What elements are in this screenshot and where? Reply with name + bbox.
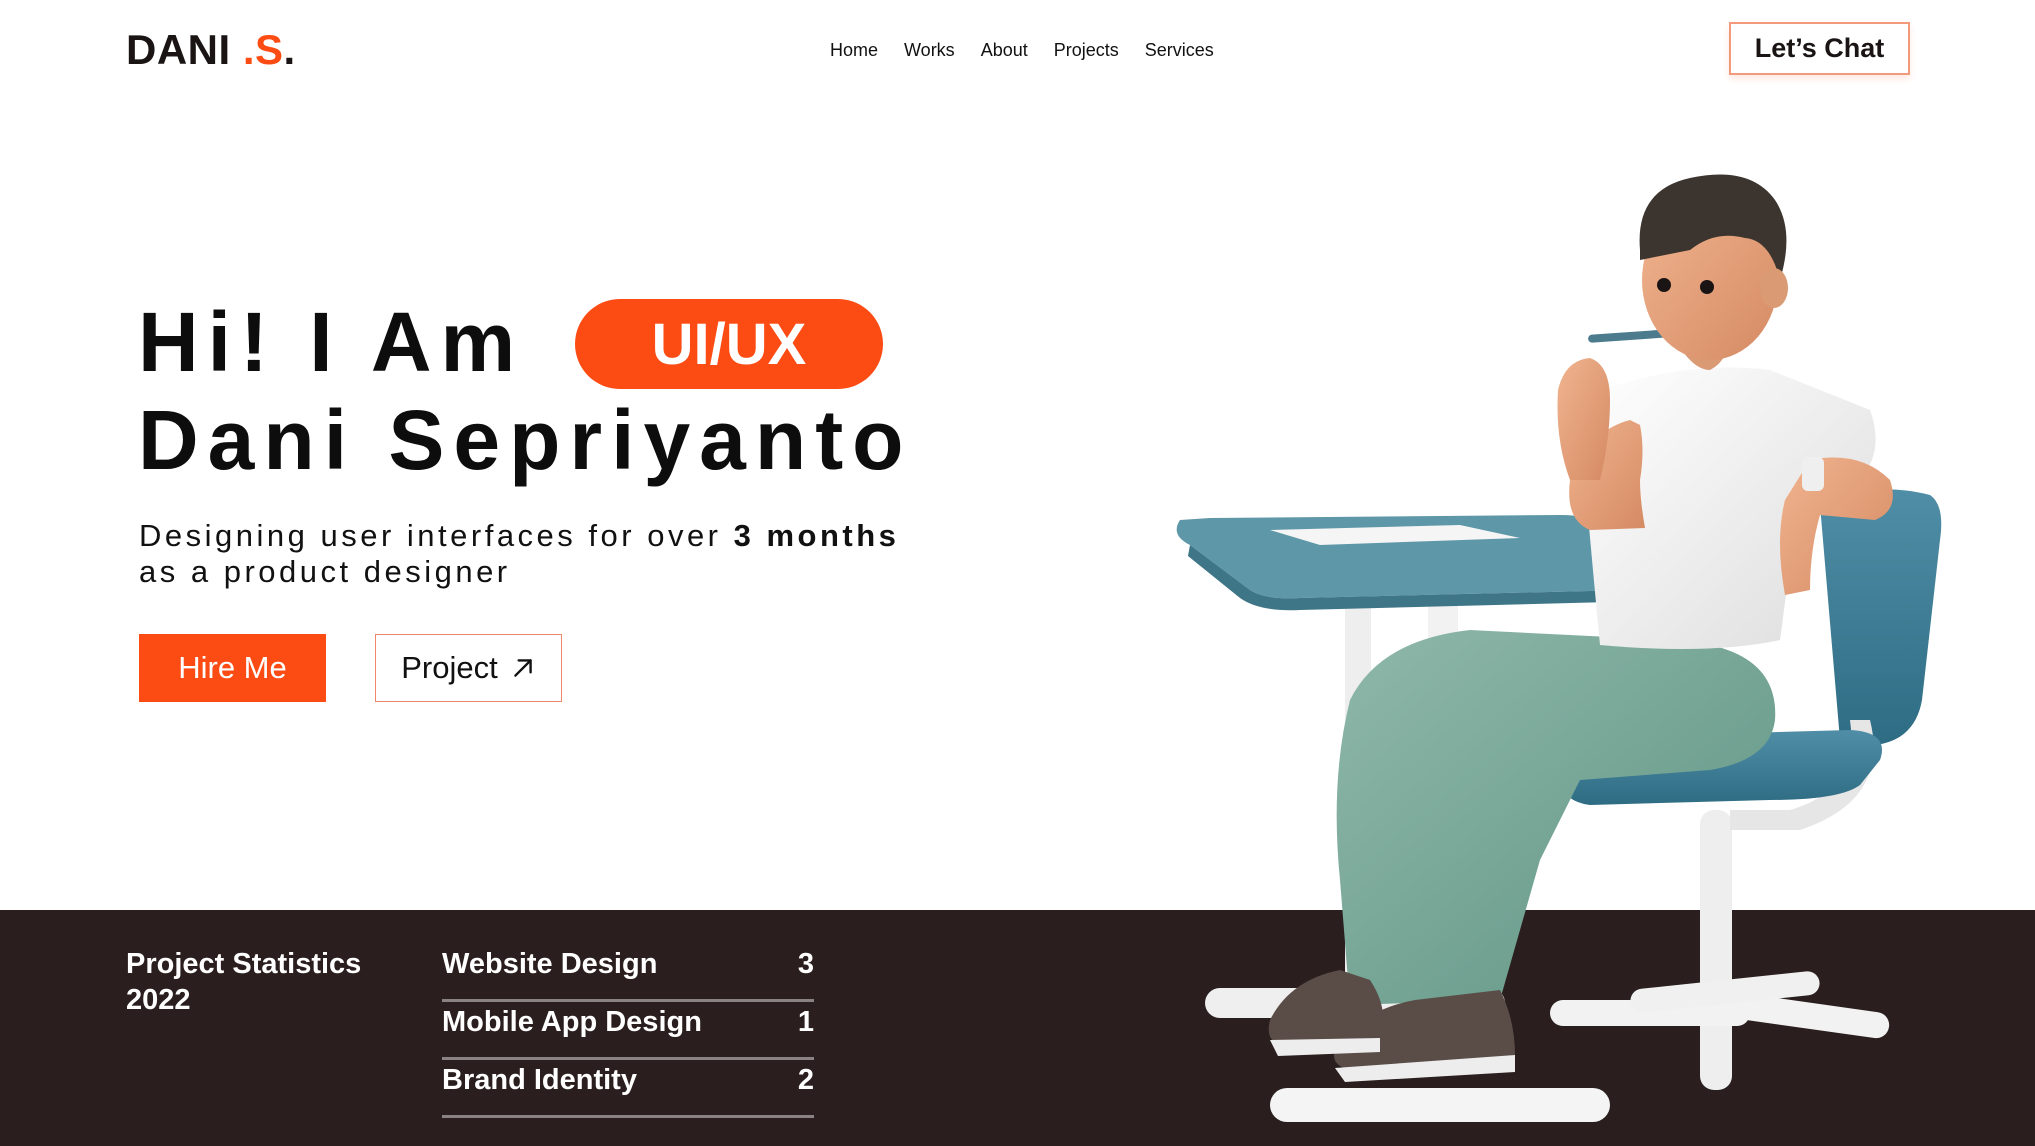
- chair-post: [1700, 810, 1732, 1090]
- arrow-up-right-icon: [513, 659, 532, 677]
- logo-text: DANI: [126, 26, 243, 73]
- stat-row: Brand Identity 2: [442, 1060, 814, 1118]
- hire-me-button[interactable]: Hire Me: [139, 634, 326, 702]
- subtitle-bold: 3 months: [733, 518, 900, 553]
- stats-list: Website Design 3 Mobile App Design 1 Bra…: [442, 944, 814, 1118]
- project-button-label: Project: [401, 650, 498, 685]
- man-at-desk-illustration: [1176, 174, 1942, 1122]
- project-button[interactable]: Project: [375, 634, 562, 702]
- hero-subtitle: Designing user interfaces for over 3 mon…: [139, 518, 919, 590]
- nav-works[interactable]: Works: [904, 40, 955, 61]
- subtitle-end: as a product designer: [139, 554, 511, 589]
- nav-projects[interactable]: Projects: [1054, 40, 1119, 61]
- nav-home[interactable]: Home: [830, 40, 878, 61]
- subtitle-start: Designing user interfaces for over: [139, 518, 734, 553]
- ear: [1760, 268, 1788, 308]
- lets-chat-button[interactable]: Let’s Chat: [1729, 22, 1910, 75]
- nav-services[interactable]: Services: [1145, 40, 1214, 61]
- stat-label: Mobile App Design: [442, 1006, 702, 1038]
- eye-right: [1700, 280, 1714, 294]
- logo-accent: .S: [242, 26, 284, 73]
- hero-greeting: Hi! I Am: [138, 295, 525, 389]
- logo-dot: .: [283, 26, 296, 73]
- stats-title: Project Statistics 2022: [126, 948, 362, 1016]
- forearm-left: [1557, 358, 1610, 480]
- table-foot-front: [1270, 1088, 1610, 1122]
- chair-back: [1820, 489, 1942, 745]
- stat-count: 1: [797, 1006, 814, 1038]
- stat-label: Website Design: [442, 948, 658, 980]
- stat-row: Website Design 3: [442, 944, 814, 1002]
- stat-count: 2: [797, 1064, 814, 1096]
- stat-count: 3: [797, 948, 814, 980]
- nav-about[interactable]: About: [981, 40, 1028, 61]
- role-pill: UI/UX: [575, 299, 883, 389]
- hero-name: Dani Sepriyanto: [138, 393, 913, 487]
- stat-row: Mobile App Design 1: [442, 1002, 814, 1060]
- main-nav: Home Works About Projects Services: [830, 40, 1214, 61]
- stat-label: Brand Identity: [442, 1064, 637, 1096]
- eye-left: [1657, 278, 1671, 292]
- logo[interactable]: DANI .S.: [126, 26, 296, 74]
- watch: [1802, 457, 1824, 491]
